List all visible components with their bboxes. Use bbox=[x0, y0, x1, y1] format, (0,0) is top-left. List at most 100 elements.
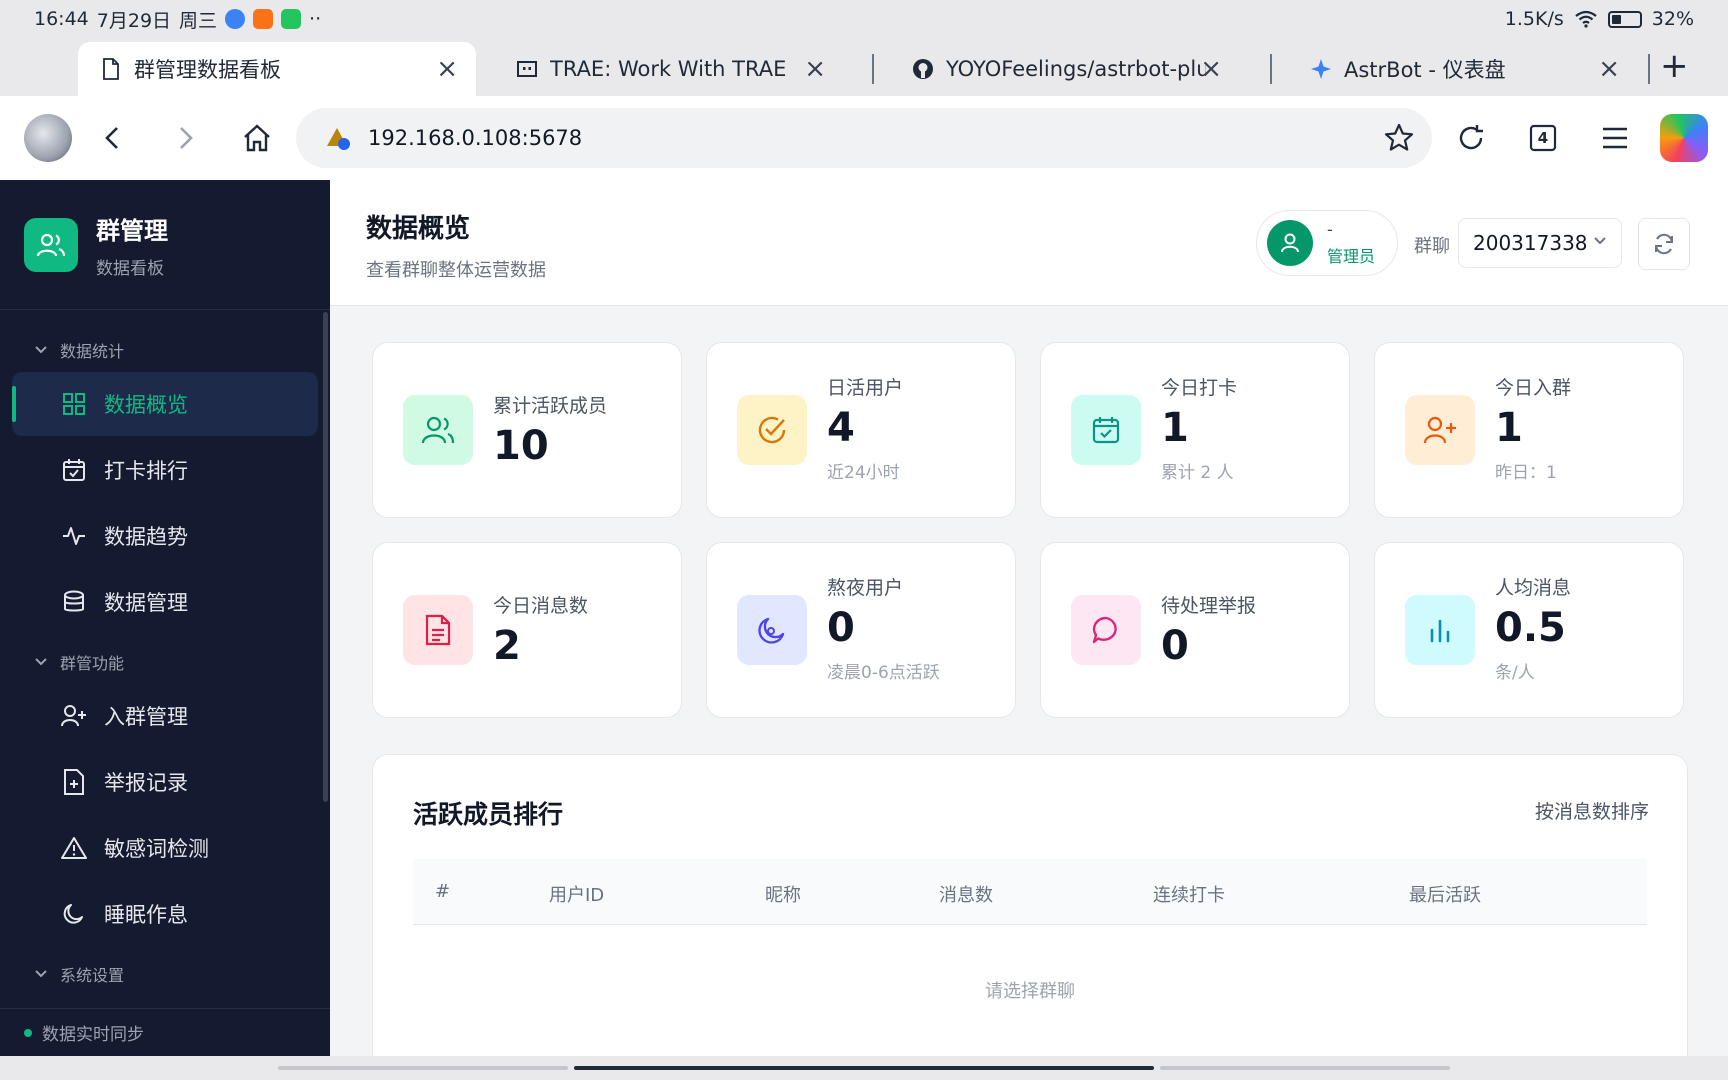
check-circle-icon bbox=[737, 395, 807, 465]
sort-by-messages[interactable]: 按消息数排序 bbox=[1535, 797, 1649, 824]
stat-value: 0 bbox=[1161, 623, 1189, 669]
page-indicator bbox=[278, 1066, 568, 1070]
stat-card-today-joined: 今日入群 1 昨日：1 bbox=[1374, 342, 1684, 518]
tab-label: 群管理数据看板 bbox=[134, 58, 281, 82]
sidebar-section-stats[interactable]: 数据统计 bbox=[0, 330, 330, 370]
tab-separator bbox=[1648, 54, 1650, 84]
tab-dashboard[interactable]: 群管理数据看板 × bbox=[78, 42, 476, 96]
address-bar[interactable]: 192.168.0.108:5678 bbox=[296, 108, 1432, 168]
refresh-button[interactable] bbox=[1638, 218, 1690, 270]
new-tab-button[interactable]: + bbox=[1660, 46, 1689, 86]
reload-icon bbox=[1459, 125, 1483, 150]
sidebar-subtitle: 数据看板 bbox=[96, 258, 164, 279]
sidebar-section-label: 群管功能 bbox=[60, 654, 125, 673]
sidebar-brand: 群管理 数据看板 bbox=[0, 180, 330, 310]
sidebar-item-label: 睡眠作息 bbox=[104, 903, 188, 927]
sidebar-section-group-tools[interactable]: 群管功能 bbox=[0, 642, 330, 682]
status-bar: 16:44 7月29日 周三 ·· 1.5K/s 32% bbox=[0, 0, 1728, 38]
group-select[interactable]: 200317338 bbox=[1458, 218, 1622, 268]
chevron-down-icon bbox=[35, 658, 47, 666]
sidebar-item-label: 打卡排行 bbox=[104, 459, 188, 483]
sidebar-item-label: 举报记录 bbox=[104, 771, 188, 795]
close-icon[interactable]: × bbox=[436, 56, 458, 82]
stat-label: 熬夜用户 bbox=[827, 577, 904, 599]
home-icon bbox=[244, 124, 270, 152]
menu-button[interactable] bbox=[1594, 117, 1636, 159]
stat-value: 10 bbox=[493, 423, 549, 469]
forward-button[interactable] bbox=[164, 117, 206, 159]
column-header-last-active: 最后活跃 bbox=[1409, 885, 1481, 906]
stat-value: 0.5 bbox=[1495, 605, 1566, 651]
app-notification-icon bbox=[253, 9, 274, 29]
sidebar-item-checkin-rank[interactable]: 打卡排行 bbox=[12, 438, 318, 502]
refresh-icon bbox=[1655, 233, 1673, 255]
sidebar-item-label: 敏感词检测 bbox=[104, 837, 209, 861]
database-icon bbox=[60, 588, 88, 616]
close-icon[interactable]: × bbox=[1598, 56, 1620, 82]
sidebar-section-label: 系统设置 bbox=[60, 966, 125, 985]
wechat-icon bbox=[281, 9, 302, 29]
sidebar-item-data-manage[interactable]: 数据管理 bbox=[12, 570, 318, 634]
copilot-icon[interactable] bbox=[1660, 114, 1708, 162]
stat-card-night-owls: 熬夜用户 0 凌晨0-6点活跃 bbox=[706, 542, 1016, 718]
site-warning-icon[interactable] bbox=[326, 125, 352, 151]
moon-icon bbox=[737, 595, 807, 665]
sidebar-item-label: 数据概览 bbox=[104, 393, 188, 417]
profile-avatar[interactable] bbox=[24, 114, 72, 162]
calendar-check-icon bbox=[1071, 395, 1141, 465]
stat-label: 今日入群 bbox=[1495, 377, 1572, 399]
page-title: 数据概览 bbox=[366, 214, 471, 244]
sidebar-item-overview[interactable]: 数据概览 bbox=[12, 372, 318, 436]
sidebar-item-label: 数据管理 bbox=[104, 591, 188, 615]
bookmark-button[interactable] bbox=[1378, 117, 1420, 159]
tab-separator bbox=[872, 54, 874, 84]
sidebar-item-sensitive-words[interactable]: 敏感词检测 bbox=[12, 816, 318, 880]
sync-status-label: 数据实时同步 bbox=[42, 1025, 144, 1045]
tab-astrbot[interactable]: AstrBot - 仪表盘 × bbox=[1288, 42, 1638, 96]
tab-trae[interactable]: TRAE: Work With TRAE × bbox=[494, 42, 844, 96]
stat-value: 0 bbox=[827, 605, 855, 651]
stat-card-daily-active: 日活用户 4 近24小时 bbox=[706, 342, 1016, 518]
warning-icon bbox=[60, 834, 88, 862]
tab-label: TRAE: Work With TRAE bbox=[550, 57, 787, 81]
tab-separator bbox=[1270, 54, 1272, 84]
reload-button[interactable] bbox=[1450, 117, 1492, 159]
tab-count: 4 bbox=[1537, 129, 1549, 147]
close-icon[interactable]: × bbox=[1200, 56, 1222, 82]
stat-label: 日活用户 bbox=[827, 377, 904, 399]
user-chip[interactable]: - 管理员 bbox=[1256, 210, 1398, 276]
sparkle-icon bbox=[1310, 58, 1332, 80]
sidebar-item-label: 入群管理 bbox=[104, 705, 188, 729]
stat-card-today-checkin: 今日打卡 1 累计 2 人 bbox=[1040, 342, 1350, 518]
sidebar-scrollbar[interactable] bbox=[323, 312, 328, 802]
sidebar-section-settings[interactable]: 系统设置 bbox=[0, 954, 330, 994]
stat-value: 4 bbox=[827, 405, 855, 451]
trae-icon bbox=[516, 58, 538, 80]
net-speed: 1.5K/s bbox=[1504, 8, 1564, 30]
group-users-icon bbox=[24, 217, 78, 272]
sidebar-item-trends[interactable]: 数据趋势 bbox=[12, 504, 318, 568]
sidebar-item-reports[interactable]: 举报记录 bbox=[12, 750, 318, 814]
sidebar-item-sleep[interactable]: 睡眠作息 bbox=[12, 882, 318, 946]
group-select-value: 200317338 bbox=[1473, 231, 1588, 255]
stat-label: 人均消息 bbox=[1495, 577, 1572, 599]
stat-sub: 昨日：1 bbox=[1495, 463, 1557, 483]
stat-sub: 条/人 bbox=[1495, 663, 1535, 683]
stat-label: 累计活跃成员 bbox=[493, 395, 608, 417]
home-indicator[interactable] bbox=[574, 1066, 1154, 1070]
column-header-user-id: 用户ID bbox=[549, 885, 605, 906]
tab-switcher-button[interactable]: 4 bbox=[1522, 117, 1564, 159]
sidebar-item-join-manage[interactable]: 入群管理 bbox=[12, 684, 318, 748]
tab-github[interactable]: YOYOFeelings/astrbot-plug × bbox=[890, 42, 1240, 96]
page-subtitle: 查看群聊整体运营数据 bbox=[366, 260, 546, 281]
chevron-down-icon bbox=[1594, 237, 1606, 245]
home-button[interactable] bbox=[236, 117, 278, 159]
stat-card-today-messages: 今日消息数 2 bbox=[372, 542, 682, 718]
status-time: 16:44 bbox=[34, 8, 89, 30]
back-button[interactable] bbox=[92, 117, 134, 159]
table-empty-state: 请选择群聊 bbox=[985, 981, 1075, 1002]
chevron-down-icon bbox=[35, 970, 47, 978]
wifi-icon bbox=[1575, 10, 1597, 28]
tab-label: YOYOFeelings/astrbot-plug bbox=[946, 57, 1206, 81]
close-icon[interactable]: × bbox=[804, 56, 826, 82]
